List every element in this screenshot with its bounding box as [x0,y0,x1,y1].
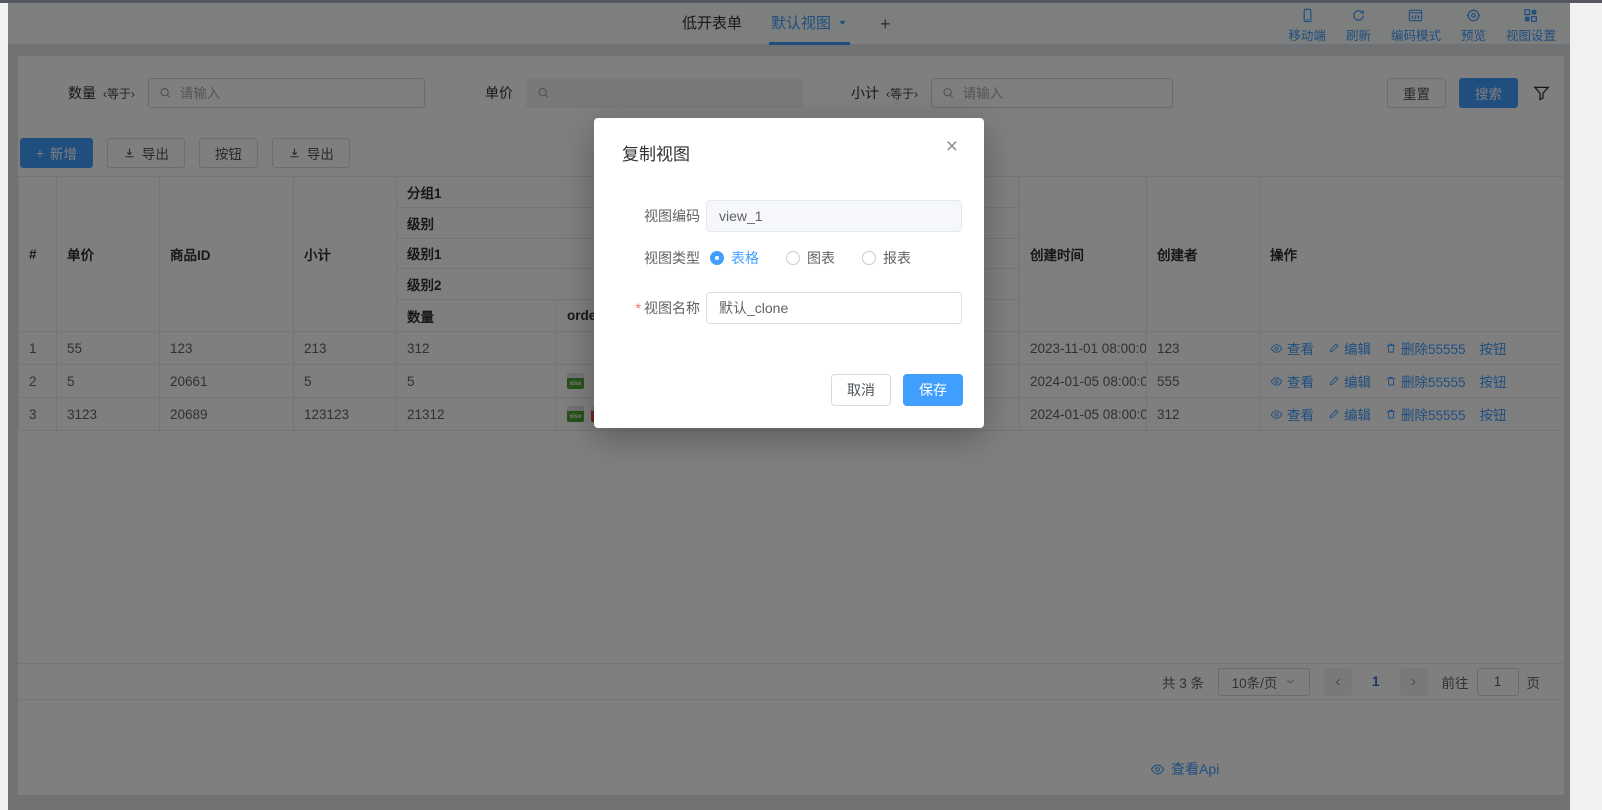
radio-table[interactable]: 表格 [710,248,759,268]
view-type-label: 视图类型 [594,248,700,268]
dialog-title: 复制视图 [622,140,690,165]
save-button[interactable]: 保存 [903,374,963,406]
required-asterisk: * [636,300,641,316]
view-name-input[interactable] [706,292,962,324]
view-code-input [706,200,962,232]
view-type-options: 表格 图表 报表 [710,248,938,268]
dialog-actions: 取消 保存 [831,374,963,406]
close-icon[interactable]: × [942,132,962,161]
view-name-row: *视图名称 [594,292,984,324]
radio-dot [786,251,800,265]
view-code-label: 视图编码 [594,206,700,226]
view-code-row: 视图编码 [594,200,984,232]
cancel-button[interactable]: 取消 [831,374,891,406]
radio-report[interactable]: 报表 [862,248,911,268]
radio-dot [862,251,876,265]
window-top-edge [0,0,1602,3]
radio-chart[interactable]: 图表 [786,248,835,268]
radio-dot [710,251,724,265]
copy-view-dialog: 复制视图 × 视图编码 视图类型 表格 图表 报表 *视图名称 取消 保存 [594,118,984,428]
view-name-label: *视图名称 [594,298,700,318]
view-type-row: 视图类型 表格 图表 报表 [594,248,984,268]
